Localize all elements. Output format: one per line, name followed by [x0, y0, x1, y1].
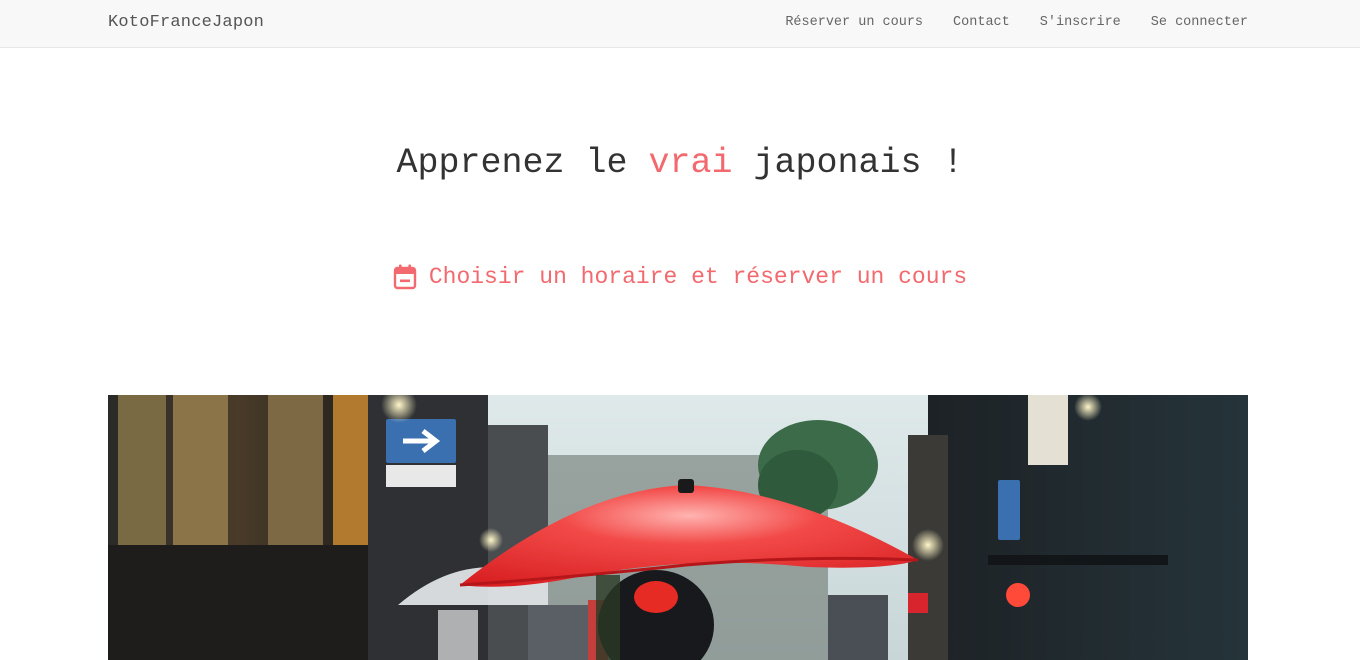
title-accent-word: vrai [648, 143, 733, 183]
nav-link-inscrire[interactable]: S'inscrire [1040, 15, 1121, 30]
title-part-after: japonais ! [732, 143, 964, 183]
brand-logo-link[interactable]: KotoFranceJapon [108, 13, 264, 32]
nav-link-reserver[interactable]: Réserver un cours [785, 15, 923, 30]
page-title: Apprenez le vrai japonais ! [0, 143, 1360, 183]
book-lesson-label: Choisir un horaire et réserver un cours [428, 264, 968, 290]
navbar: KotoFranceJapon Réserver un cours Contac… [0, 0, 1360, 48]
nav-links: Réserver un cours Contact S'inscrire Se … [785, 15, 1248, 30]
nav-link-connecter[interactable]: Se connecter [1151, 15, 1248, 30]
title-part-before: Apprenez le [396, 143, 649, 183]
book-lesson-link[interactable]: Choisir un horaire et réserver un cours [0, 264, 1360, 290]
nav-link-contact[interactable]: Contact [953, 15, 1010, 30]
calendar-icon [393, 264, 417, 290]
hero-photo [108, 395, 1248, 660]
